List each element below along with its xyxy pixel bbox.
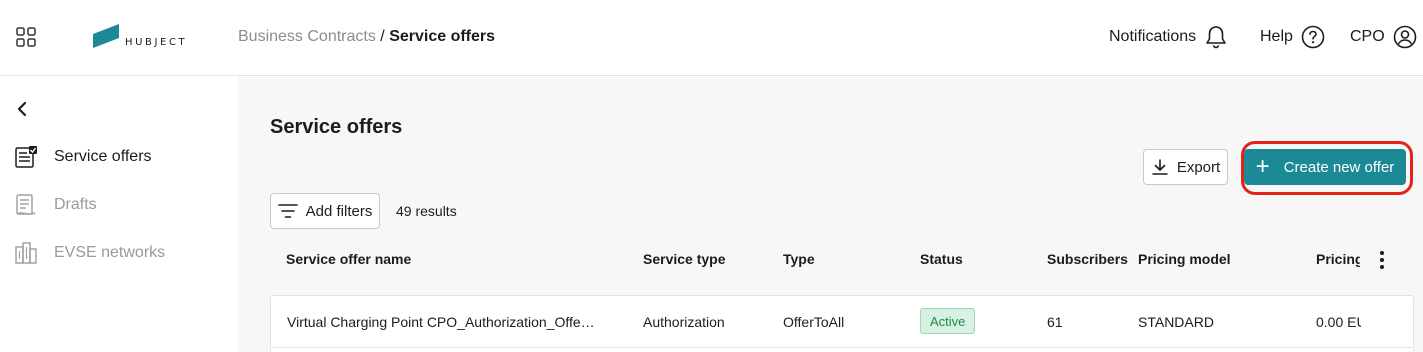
logo-text: HUBJECT bbox=[125, 37, 188, 48]
cell-pricing: 0.00 EU bbox=[1316, 314, 1361, 330]
top-header: HUBJECT Business Contracts / Service off… bbox=[0, 0, 1423, 76]
filter-label: Add filters bbox=[305, 202, 373, 220]
table-row[interactable]: Virtual Charging Point CPO_Authorization… bbox=[270, 295, 1414, 348]
status-badge: Active bbox=[920, 308, 976, 334]
plus-icon: + bbox=[1255, 153, 1270, 180]
notifications-button[interactable]: Notifications bbox=[1109, 22, 1228, 52]
breadcrumb-parent[interactable]: Business Contracts bbox=[238, 28, 376, 45]
cell-service-offer-name: Virtual Charging Point CPO_Authorization… bbox=[287, 314, 595, 330]
sidebar: Service offers Drafts EVSE networks bbox=[0, 77, 238, 352]
create-label: Create new offer bbox=[1283, 158, 1395, 176]
help-label: Help bbox=[1260, 28, 1293, 45]
help-circle-icon bbox=[1301, 25, 1325, 49]
draft-document-icon bbox=[14, 193, 38, 217]
collapse-sidebar-icon[interactable] bbox=[14, 100, 32, 118]
add-filters-button[interactable]: Add filters bbox=[270, 193, 380, 229]
column-header-service-offer-name[interactable]: Service offer name bbox=[286, 251, 411, 267]
cell-pricing-model: STANDARD bbox=[1138, 314, 1214, 330]
breadcrumb: Business Contracts / Service offers bbox=[238, 28, 495, 46]
breadcrumb-separator: / bbox=[375, 28, 390, 45]
breadcrumb-current: Service offers bbox=[389, 28, 496, 45]
cell-service-type: Authorization bbox=[643, 314, 725, 330]
user-circle-icon bbox=[1393, 25, 1416, 49]
sidebar-item-drafts[interactable]: Drafts bbox=[14, 190, 97, 220]
notifications-label: Notifications bbox=[1109, 28, 1197, 45]
bell-icon bbox=[1206, 26, 1226, 49]
sidebar-item-evse-networks[interactable]: EVSE networks bbox=[14, 238, 165, 268]
user-menu-button[interactable]: CPO bbox=[1350, 22, 1417, 52]
more-options-icon[interactable] bbox=[1372, 249, 1392, 271]
sidebar-item-label: EVSE networks bbox=[54, 244, 166, 261]
download-icon bbox=[1152, 159, 1168, 175]
cell-subscribers: 61 bbox=[1047, 314, 1063, 330]
filter-icon bbox=[277, 204, 298, 218]
create-new-offer-button[interactable]: + Create new offer bbox=[1244, 149, 1406, 185]
contract-list-icon bbox=[14, 145, 38, 169]
column-header-status[interactable]: Status bbox=[920, 251, 963, 267]
column-header-subscribers[interactable]: Subscribers bbox=[1047, 251, 1128, 267]
sidebar-item-label: Service offers bbox=[54, 148, 152, 165]
column-header-service-type[interactable]: Service type bbox=[643, 251, 726, 267]
export-label: Export bbox=[1176, 158, 1221, 176]
column-header-type[interactable]: Type bbox=[783, 251, 815, 267]
main-content: Service offers Export + Create new offer… bbox=[238, 77, 1423, 352]
page-title: Service offers bbox=[270, 116, 403, 138]
logo-mark-icon bbox=[93, 24, 119, 48]
building-network-icon bbox=[14, 241, 38, 265]
hubject-logo[interactable]: HUBJECT bbox=[93, 24, 193, 52]
column-header-pricing[interactable]: Pricing bbox=[1316, 251, 1360, 267]
results-count: 49 results bbox=[396, 203, 457, 219]
sidebar-item-label: Drafts bbox=[54, 196, 97, 213]
sidebar-item-service-offers[interactable]: Service offers bbox=[14, 142, 152, 172]
table-row-next bbox=[270, 348, 1414, 352]
help-button[interactable]: Help bbox=[1260, 22, 1325, 52]
cell-type: OfferToAll bbox=[783, 314, 845, 330]
apps-grid-icon[interactable] bbox=[16, 27, 36, 47]
user-label: CPO bbox=[1350, 28, 1385, 45]
column-header-pricing-model[interactable]: Pricing model bbox=[1138, 251, 1231, 267]
export-button[interactable]: Export bbox=[1143, 149, 1228, 185]
